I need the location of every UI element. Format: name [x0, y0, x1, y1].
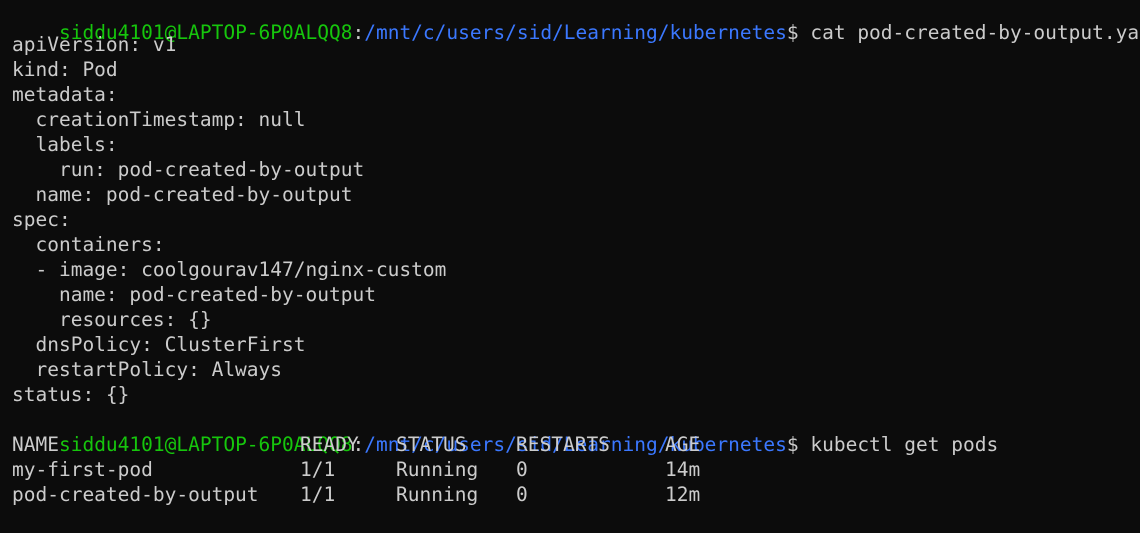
pod-age: 14m — [665, 458, 701, 481]
header-name: NAME — [12, 433, 59, 456]
yaml-line: restartPolicy: Always — [12, 358, 283, 381]
header-age: AGE — [665, 433, 701, 456]
yaml-line: - image: coolgourav147/nginx-custom — [12, 258, 447, 281]
yaml-line: containers: — [12, 233, 165, 256]
pods-table-row: my-first-pod 1/1 Running 0 14m — [12, 457, 725, 482]
pods-table-header: NAME READY STATUS RESTARTS AGE — [12, 432, 725, 457]
prompt-separator: : — [352, 21, 365, 44]
pod-name: my-first-pod — [12, 458, 153, 481]
prompt-line-current[interactable]: siddu4101@LAPTOP-6P0ALQQ8:/mnt/c/users/s… — [12, 507, 814, 532]
header-ready: READY — [300, 433, 359, 456]
pod-status: Running — [396, 483, 479, 506]
yaml-line: labels: — [12, 133, 118, 156]
yaml-line: creationTimestamp: null — [12, 108, 306, 131]
yaml-line: status: {} — [12, 383, 130, 406]
yaml-line: spec: — [12, 208, 71, 231]
pod-ready: 1/1 — [300, 458, 336, 481]
header-status: STATUS — [396, 433, 467, 456]
yaml-line: resources: {} — [12, 308, 212, 331]
prompt-symbol: $ — [786, 433, 799, 456]
prompt-symbol: $ — [786, 21, 799, 44]
pods-table-row: pod-created-by-output 1/1 Running 0 12m — [12, 482, 725, 507]
yaml-line: apiVersion: v1 — [12, 33, 177, 56]
pod-name: pod-created-by-output — [12, 483, 259, 506]
yaml-line: kind: Pod — [12, 58, 118, 81]
yaml-line: name: pod-created-by-output — [12, 283, 376, 306]
terminal-window[interactable]: siddu4101@LAPTOP-6P0ALQQ8:/mnt/c/users/s… — [0, 0, 1140, 533]
pod-ready: 1/1 — [300, 483, 336, 506]
command-text: kubectl get pods — [810, 433, 999, 456]
prompt-path: /mnt/c/users/sid/Learning/kubernetes — [364, 21, 787, 44]
yaml-line: dnsPolicy: ClusterFirst — [12, 333, 306, 356]
pod-restarts: 0 — [516, 458, 528, 481]
pod-restarts: 0 — [516, 483, 528, 506]
prompt-line-get-pods: siddu4101@LAPTOP-6P0ALQQ8:/mnt/c/users/s… — [12, 407, 998, 456]
yaml-line: metadata: — [12, 83, 118, 106]
pod-status: Running — [396, 458, 479, 481]
pod-age: 12m — [665, 483, 701, 506]
header-restarts: RESTARTS — [516, 433, 610, 456]
command-text: cat pod-created-by-output.yaml — [810, 21, 1140, 44]
prompt-line-cat: siddu4101@LAPTOP-6P0ALQQ8:/mnt/c/users/s… — [12, 0, 1140, 44]
yaml-line: run: pod-created-by-output — [12, 158, 365, 181]
yaml-line: name: pod-created-by-output — [12, 183, 353, 206]
